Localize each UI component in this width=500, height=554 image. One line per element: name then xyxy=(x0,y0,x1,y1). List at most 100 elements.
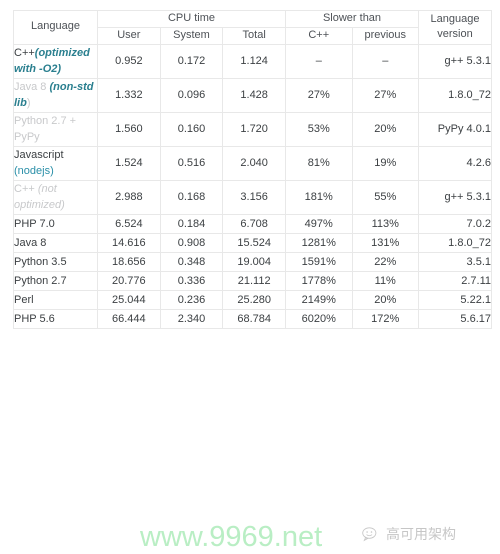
cell-language-version: 1.8.0_72 xyxy=(418,232,492,253)
cell-language-version: 5.22.1 xyxy=(418,289,492,310)
cell-user-time: 2.988 xyxy=(97,179,161,215)
table-row: PHP 5.6 66.444 2.340 68.784 6020% 172% 5.6.17 xyxy=(13,308,492,329)
cell-language-version: 1.8.0_72 xyxy=(418,77,492,113)
language-name-part[interactable]: (nodejs) xyxy=(14,165,54,177)
language-name-part: C++ xyxy=(14,182,38,195)
column-group-header-slower-than: Slower than xyxy=(285,10,419,28)
cell-language-version: 3.5.1 xyxy=(418,251,492,272)
language-name-part: Javascript xyxy=(14,148,64,161)
watermark-brand: 高可用架构 xyxy=(362,524,456,544)
table-header: Language CPU time Slower than Language v… xyxy=(13,10,492,45)
cell-total-time: 15.524 xyxy=(222,232,286,253)
cell-total-time: 1.428 xyxy=(222,77,286,113)
table-row: Perl 25.044 0.236 25.280 2149% 20% 5.22.1 xyxy=(13,289,492,310)
cell-slower-than-cpp: 81% xyxy=(285,145,353,181)
language-name-part: PHP 5.6 xyxy=(14,312,55,325)
cell-system-time: 0.908 xyxy=(159,232,224,253)
cell-user-time: 18.656 xyxy=(97,251,161,272)
cell-slower-than-cpp: 2149% xyxy=(285,289,353,310)
column-group-header-cpu-time: CPU time xyxy=(97,10,286,28)
cell-language: Java 8 (non-std lib) xyxy=(13,77,98,113)
watermark-url-text: www.9969.net xyxy=(140,521,323,553)
cell-language: PHP 7.0 xyxy=(13,213,98,234)
cell-slower-than-previous: 113% xyxy=(351,213,419,234)
cell-slower-than-cpp: 53% xyxy=(285,111,353,147)
header-row-groups: Language CPU time Slower than Language v… xyxy=(13,10,492,45)
cell-language-version: 4.2.6 xyxy=(418,145,492,181)
cell-total-time: 1.720 xyxy=(222,111,286,147)
cell-total-time: 3.156 xyxy=(222,179,286,215)
language-benchmark-table: Language CPU time Slower than Language v… xyxy=(13,10,492,329)
cell-system-time: 0.516 xyxy=(159,145,224,181)
watermark-brand-text: 高可用架构 xyxy=(386,527,456,543)
wechat-icon xyxy=(362,526,381,542)
cell-total-time: 68.784 xyxy=(222,308,286,329)
language-name-part: Java 8 xyxy=(14,80,50,93)
cell-user-time: 20.776 xyxy=(97,270,161,291)
language-name-part: ) xyxy=(26,97,31,110)
cell-user-time: 1.332 xyxy=(97,77,161,113)
table-row: Javascript (nodejs) 1.524 0.516 2.040 81% 19%… xyxy=(13,145,492,181)
cell-language-version: 2.7.11 xyxy=(418,270,492,291)
cell-language: Perl xyxy=(13,289,98,310)
column-header-language-version: Language version xyxy=(418,10,492,45)
cell-language: Python 2.7 + PyPy xyxy=(13,111,98,147)
cell-slower-than-previous: 11% xyxy=(351,270,419,291)
cell-language: C++(optimized with -O2) xyxy=(13,43,98,79)
cell-total-time: 6.708 xyxy=(222,213,286,234)
cell-total-time: 25.280 xyxy=(222,289,286,310)
column-header-total: Total xyxy=(222,26,286,45)
cell-total-time: 1.124 xyxy=(222,43,286,79)
cell-user-time: 14.616 xyxy=(97,232,161,253)
cell-slower-than-previous: 131% xyxy=(351,232,419,253)
language-name-part: Python 3.5 xyxy=(14,255,67,268)
cell-language: Javascript (nodejs) xyxy=(13,145,98,181)
table-row: Python 2.7 20.776 0.336 21.112 1778% 11% 2.7.1… xyxy=(13,270,492,291)
table-row: Python 2.7 + PyPy 1.560 0.160 1.720 53% 20% Py… xyxy=(13,111,492,147)
column-header-system: System xyxy=(159,26,224,45)
cell-language: C++ (not optimized) xyxy=(13,179,98,215)
table-row: C++(optimized with -O2) 0.952 0.172 1.124– –… xyxy=(13,43,492,79)
cell-system-time: 0.096 xyxy=(159,77,224,113)
cell-slower-than-cpp: 1281% xyxy=(285,232,353,253)
cell-slower-than-previous: 22% xyxy=(351,251,419,272)
cell-language-version: 7.0.2 xyxy=(418,213,492,234)
cell-slower-than-previous: 55% xyxy=(351,179,419,215)
cell-system-time: 0.348 xyxy=(159,251,224,272)
column-header-language: Language xyxy=(13,10,98,45)
table-row: Java 8 (non-std lib) 1.332 0.096 1.428 27% 27… xyxy=(13,77,492,113)
cell-slower-than-cpp: 27% xyxy=(285,77,353,113)
cell-system-time: 2.340 xyxy=(159,308,224,329)
cell-slower-than-previous: 20% xyxy=(351,111,419,147)
cell-system-time: 0.172 xyxy=(159,43,224,79)
cell-total-time: 2.040 xyxy=(222,145,286,181)
cell-slower-than-previous: – xyxy=(351,43,419,79)
table-row: PHP 7.0 6.524 0.184 6.708 497% 113% 7.0.2 xyxy=(13,213,492,234)
cell-user-time: 6.524 xyxy=(97,213,161,234)
cell-slower-than-cpp: 1591% xyxy=(285,251,353,272)
cell-language: PHP 5.6 xyxy=(13,308,98,329)
cell-total-time: 19.004 xyxy=(222,251,286,272)
table-body: C++(optimized with -O2) 0.952 0.172 1.124– –… xyxy=(13,43,492,329)
language-name-part: Perl xyxy=(14,293,34,306)
language-name-part: C++ xyxy=(14,46,35,59)
cell-language-version: g++ 5.3.1 xyxy=(418,43,492,79)
cell-slower-than-cpp: 181% xyxy=(285,179,353,215)
cell-language-version: 5.6.17 xyxy=(418,308,492,329)
cell-slower-than-cpp: 6020% xyxy=(285,308,353,329)
table-row: C++ (not optimized) 2.988 0.168 3.156 181% 55… xyxy=(13,179,492,215)
cell-language: Java 8 xyxy=(13,232,98,253)
cell-user-time: 1.524 xyxy=(97,145,161,181)
cell-system-time: 0.184 xyxy=(159,213,224,234)
cell-total-time: 21.112 xyxy=(222,270,286,291)
cell-user-time: 66.444 xyxy=(97,308,161,329)
cell-user-time: 25.044 xyxy=(97,289,161,310)
cell-system-time: 0.160 xyxy=(159,111,224,147)
cell-system-time: 0.168 xyxy=(159,179,224,215)
column-header-slower-than-cpp: C++ xyxy=(285,26,353,45)
cell-slower-than-previous: 172% xyxy=(351,308,419,329)
cell-language: Python 3.5 xyxy=(13,251,98,272)
column-header-slower-than-previous: previous xyxy=(351,26,419,45)
cell-language: Python 2.7 xyxy=(13,270,98,291)
cell-slower-than-cpp: – xyxy=(285,43,353,79)
